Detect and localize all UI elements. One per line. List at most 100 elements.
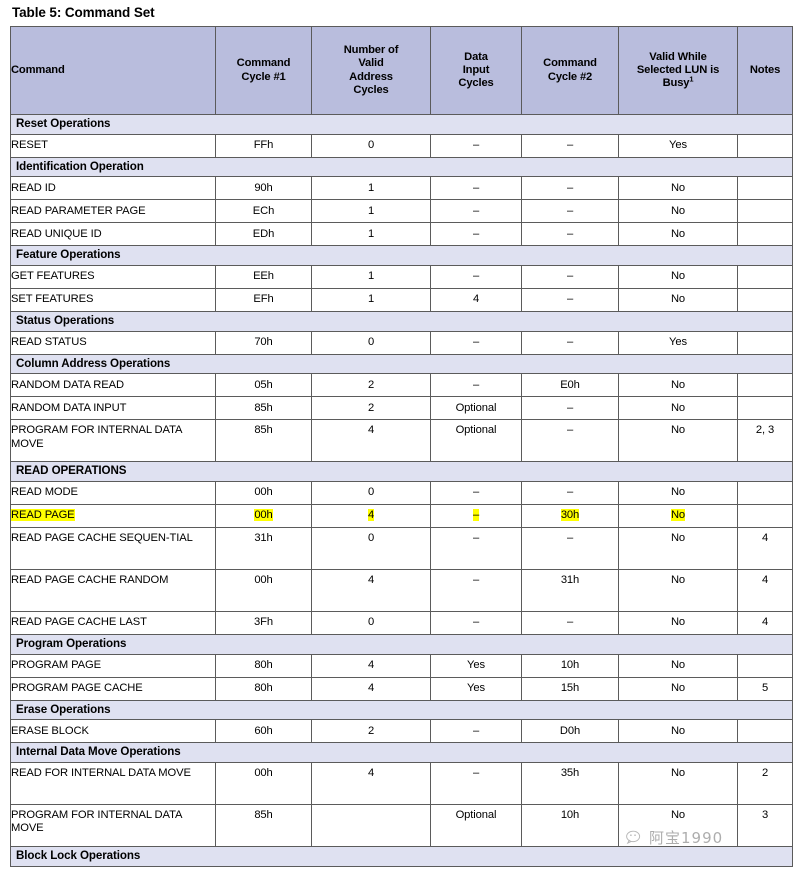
cell-data_input: Optional: [430, 804, 522, 848]
cell-notes: [737, 504, 793, 529]
cell-cycle2: –: [521, 265, 619, 290]
table-row[interactable]: RESET FFh 0– – Yes: [10, 133, 793, 158]
cell-valid_busy: No: [618, 265, 738, 290]
page-title: Table 5: Command Set: [12, 5, 155, 20]
cell-cycle2: –: [521, 222, 619, 247]
cell-addr_cycles: 4: [311, 762, 431, 806]
table-row[interactable]: READ UNIQUE ID EDh 1– – No: [10, 222, 793, 247]
cell-notes: [737, 265, 793, 290]
table-row[interactable]: SET FEATURES EFh 1 4– No: [10, 288, 793, 313]
table-row[interactable]: READ ID 90h 1– – No: [10, 176, 793, 201]
cell-cycle1: 00h: [215, 504, 312, 529]
section-header-label: Identification Operation: [10, 156, 793, 178]
table-row[interactable]: READ PAGE CACHE LAST 3Fh 0– – No 4: [10, 611, 793, 636]
table-row[interactable]: GET FEATURES EEh 1– – No: [10, 265, 793, 290]
cell-valid_busy: No: [618, 481, 738, 506]
table-row[interactable]: RANDOM DATA READ 05h 2– E0h No: [10, 373, 793, 398]
cell-notes: 3: [737, 804, 793, 848]
cell-command: READ PARAMETER PAGE: [10, 199, 216, 224]
cell-command: READ PAGE CACHE LAST: [10, 611, 216, 636]
table-row[interactable]: READ FOR INTERNAL DATA MOVE 00h 4–35h No 2: [10, 762, 793, 806]
section-header-label: READ OPERATIONS: [10, 461, 793, 483]
highlight-mark: 30h: [560, 509, 580, 522]
cell-valid_busy: No: [618, 804, 738, 848]
cell-addr_cycles: [311, 804, 431, 848]
cell-cycle1: 80h: [215, 676, 312, 701]
cell-addr_cycles: 1: [311, 222, 431, 247]
cell-cycle1: 90h: [215, 176, 312, 201]
section-header-label: Reset Operations: [10, 114, 793, 135]
cell-command: READ ID: [10, 176, 216, 201]
cell-cycle2: –: [521, 611, 619, 636]
table-row[interactable]: RANDOM DATA INPUT 85h 2 Optional – No: [10, 396, 793, 421]
section-header-label: Program Operations: [10, 634, 793, 655]
table-row[interactable]: READ PAGE CACHE SEQUEN-TIAL 31h 0– – No 4: [10, 527, 793, 571]
cell-cycle1: 70h: [215, 330, 312, 355]
cell-command: PROGRAM FOR INTERNAL DATA MOVE: [10, 804, 216, 848]
cell-command: READ PAGE: [10, 504, 216, 529]
table-row[interactable]: ERASE BLOCK 60h 2– D0h No: [10, 719, 793, 744]
section-header-label: Column Address Operations: [10, 353, 793, 375]
cell-notes: [737, 330, 793, 355]
column-header-line: Data: [464, 50, 488, 63]
cell-valid_busy: No: [618, 653, 738, 678]
section-header-label: Block Lock Operations: [10, 846, 793, 867]
cell-addr_cycles: 0: [311, 527, 431, 571]
table-row[interactable]: READ PARAMETER PAGE ECh 1– – No: [10, 199, 793, 224]
section-header-row: Status Operations: [10, 311, 793, 332]
cell-valid_busy: No: [618, 222, 738, 247]
cell-cycle2: –: [521, 330, 619, 355]
cell-data_input: Yes: [430, 653, 522, 678]
column-header-line: Selected LUN is: [636, 63, 720, 76]
cell-valid_busy: No: [618, 719, 738, 744]
table-header: Command Command Cycle #1 Number of Valid Ad…: [10, 26, 793, 115]
cell-notes: [737, 373, 793, 398]
cell-cycle2: –: [521, 527, 619, 571]
cell-cycle1: ECh: [215, 199, 312, 224]
cell-data_input: –: [430, 265, 522, 290]
column-header-valid-busy: Valid While Selected LUN is Busy1: [618, 26, 738, 115]
cell-notes: [737, 719, 793, 744]
cell-command: READ UNIQUE ID: [10, 222, 216, 247]
cell-cycle2: 31h: [521, 569, 619, 613]
cell-cycle1: EFh: [215, 288, 312, 313]
cell-cycle1: 60h: [215, 719, 312, 744]
cell-data_input: –: [430, 330, 522, 355]
section-header-row: Internal Data Move Operations: [10, 742, 793, 764]
column-header-line: Number of: [343, 44, 399, 57]
table-row[interactable]: READ PAGE 00h 4 – 30h No: [10, 504, 793, 529]
column-header-line: Command: [543, 57, 597, 70]
table-row[interactable]: READ MODE 00h 0– – No: [10, 481, 793, 506]
table-row[interactable]: PROGRAM PAGE CACHE 80h 4 Yes 15h No 5: [10, 676, 793, 701]
cell-notes: 4: [737, 611, 793, 636]
cell-data_input: –: [430, 611, 522, 636]
table-row[interactable]: PROGRAM FOR INTERNAL DATA MOVE 85h 4 Option…: [10, 419, 793, 463]
cell-data_input: –: [430, 719, 522, 744]
cell-notes: [737, 653, 793, 678]
cell-notes: [737, 222, 793, 247]
column-header-line: Cycle #1: [241, 70, 286, 83]
table-page: Table 5: Command Set Command Command Cycl…: [0, 0, 794, 881]
highlight-mark: No: [670, 509, 686, 522]
table-row[interactable]: PROGRAM FOR INTERNAL DATA MOVE 85h Optiona…: [10, 804, 793, 848]
cell-data_input: –: [430, 569, 522, 613]
cell-cycle1: 00h: [215, 762, 312, 806]
column-header-line: Cycle #2: [547, 70, 593, 83]
table-row[interactable]: READ STATUS 70h 0– – Yes: [10, 330, 793, 355]
section-header-row: Block Lock Operations: [10, 846, 793, 867]
cell-cycle1: EEh: [215, 265, 312, 290]
cell-addr_cycles: 1: [311, 176, 431, 201]
cell-cycle1: 85h: [215, 396, 312, 421]
section-header-label: Feature Operations: [10, 245, 793, 267]
cell-addr_cycles: 4: [311, 676, 431, 701]
cell-data_input: 4: [430, 288, 522, 313]
highlight-mark: –: [472, 509, 480, 522]
table-row[interactable]: READ PAGE CACHE RANDOM 00h 4–31h No 4: [10, 569, 793, 613]
cell-valid_busy: No: [618, 569, 738, 613]
highlight-mark: READ PAGE: [11, 509, 75, 522]
cell-data_input: –: [430, 762, 522, 806]
cell-addr_cycles: 0: [311, 611, 431, 636]
table-row[interactable]: PROGRAM PAGE 80h 4 Yes 10h No: [10, 653, 793, 678]
column-header-line: Notes: [749, 63, 781, 76]
cell-data_input: –: [430, 504, 522, 529]
